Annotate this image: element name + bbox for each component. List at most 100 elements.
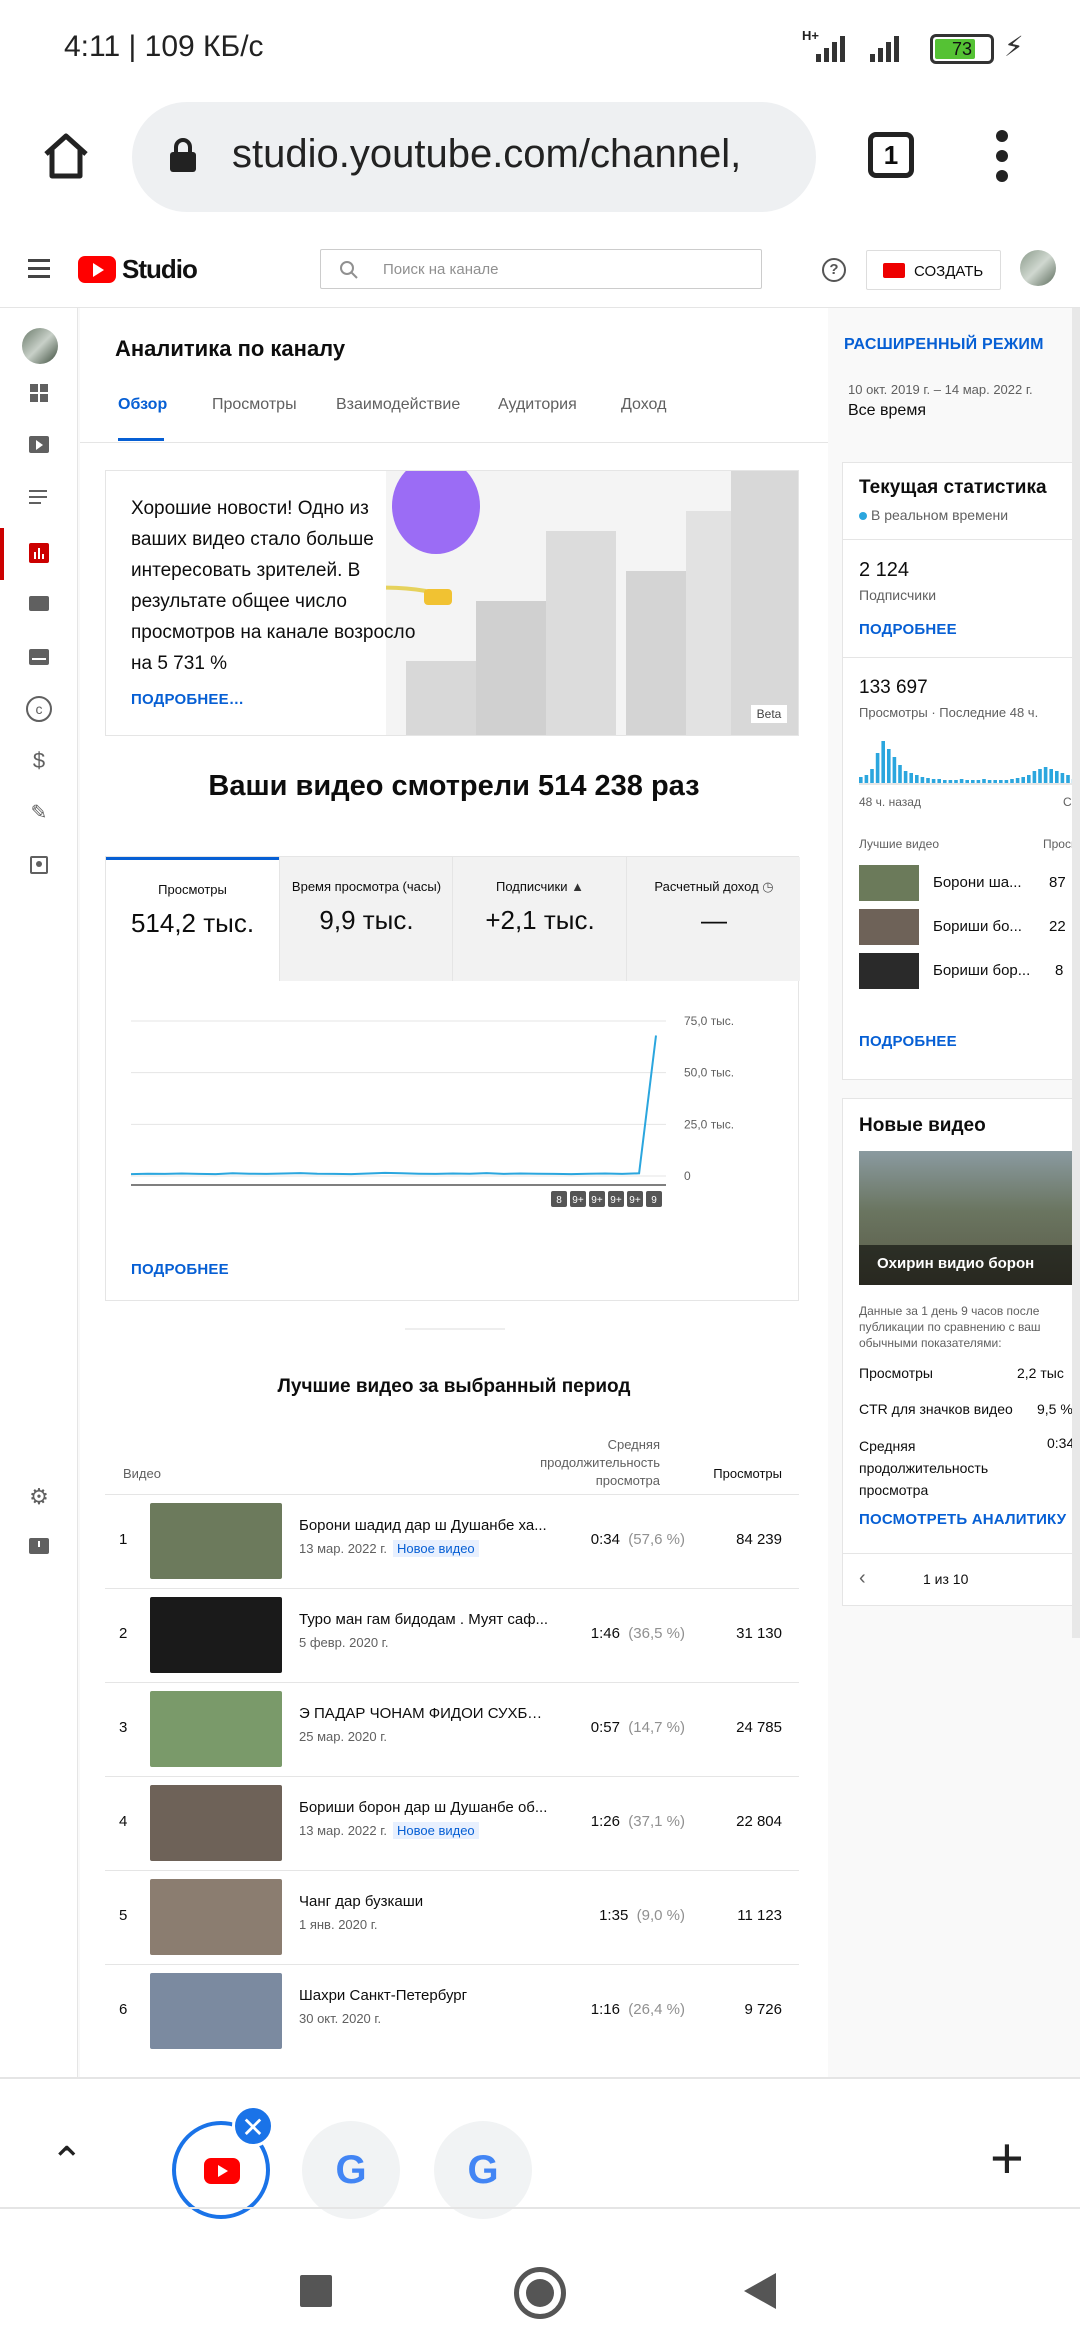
tab-engagement[interactable]: Взаимодействие bbox=[336, 396, 460, 414]
video-thumbnail[interactable] bbox=[150, 1785, 282, 1861]
new-video-card: Новые видео Охирин видио борон Данные за… bbox=[842, 1098, 1080, 1606]
metric-tab-views[interactable]: Просмотры 514,2 тыс. bbox=[106, 857, 279, 981]
table-row[interactable]: 5 Чанг дар бузкаши 1 янв. 2020 г. 1:35 (9,0… bbox=[105, 1870, 799, 1964]
realtime-more-1[interactable]: ПОДРОБНЕЕ bbox=[859, 621, 957, 638]
table-row[interactable]: 1 Борони шадид дар ш Душанбе ха... 13 мар.… bbox=[105, 1494, 799, 1588]
chevron-up-icon[interactable]: ⌃ bbox=[50, 2139, 84, 2185]
tab-overview[interactable]: Обзор bbox=[118, 396, 167, 414]
realtime-top-item[interactable]: Бориши бор... 8 bbox=[859, 953, 1069, 989]
tab-google-2[interactable]: G bbox=[434, 2121, 532, 2219]
spark-bar bbox=[892, 757, 897, 783]
youtube-logo-icon[interactable] bbox=[78, 256, 116, 283]
video-date: 13 мар. 2022 г. Новое видео bbox=[299, 1540, 479, 1557]
video-date-text: 5 февр. 2020 г. bbox=[299, 1635, 389, 1650]
video-title[interactable]: Туро ман гам бидодам . Муят саф... bbox=[299, 1611, 549, 1628]
realtime-top-item[interactable]: Борони ша... 87 bbox=[859, 865, 1069, 901]
copyright-icon[interactable]: c bbox=[26, 696, 52, 722]
table-row[interactable]: 3 Э ПАДАР ЧОНАМ ФИДОИ СУХБА... 25 мар. 202… bbox=[105, 1682, 799, 1776]
metric-tab-revenue[interactable]: Расчетный доход ◷ — bbox=[626, 857, 800, 981]
view-analytics-link[interactable]: ПОСМОТРЕТЬ АНАЛИТИКУ bbox=[859, 1511, 1066, 1528]
back-nav-icon[interactable] bbox=[744, 2273, 776, 2309]
dashboard-icon[interactable] bbox=[26, 380, 52, 406]
video-thumbnail[interactable] bbox=[150, 1503, 282, 1579]
new-tab-plus-icon[interactable]: + bbox=[990, 2125, 1024, 2192]
video-title[interactable]: Э ПАДАР ЧОНАМ ФИДОИ СУХБА... bbox=[299, 1705, 549, 1722]
help-icon[interactable]: ? bbox=[822, 258, 846, 282]
video-title[interactable]: Шахри Санкт-Петербург bbox=[299, 1987, 549, 2004]
metric-tab-watch-time[interactable]: Время просмотра (часы) 9,9 тыс. bbox=[279, 857, 452, 981]
realtime-top-title: Бориши бо... bbox=[933, 918, 1022, 935]
video-thumbnail[interactable] bbox=[150, 1973, 282, 2049]
avg-duration-pct: (26,4 %) bbox=[628, 2001, 685, 2018]
warning-icon: ▲ bbox=[571, 879, 584, 894]
date-range[interactable]: 10 окт. 2019 г. – 14 мар. 2022 г. bbox=[848, 382, 1033, 397]
spark-bar bbox=[887, 749, 891, 783]
realtime-views: 133 697 bbox=[859, 677, 928, 698]
analytics-icon[interactable] bbox=[26, 540, 52, 566]
analytics-main: Аналитика по каналу Обзор Просмотры Взаи… bbox=[80, 308, 828, 2077]
settings-icon[interactable]: ⚙ bbox=[26, 1484, 52, 1510]
recents-icon[interactable] bbox=[300, 2275, 332, 2307]
audio-library-icon[interactable] bbox=[26, 852, 52, 878]
table-row[interactable]: 4 Бориши борон дар ш Душанбе об... 13 мар.… bbox=[105, 1776, 799, 1870]
avg-duration-value: 1:35 bbox=[599, 1907, 629, 1924]
more-menu-icon[interactable] bbox=[992, 130, 1012, 184]
video-thumbnail[interactable] bbox=[150, 1597, 282, 1673]
metric-tab-subscribers[interactable]: Подписчики ▲ +2,1 тыс. bbox=[452, 857, 626, 981]
content-icon[interactable] bbox=[26, 432, 52, 458]
section-divider bbox=[405, 1328, 505, 1330]
video-date-text: 1 янв. 2020 г. bbox=[299, 1917, 378, 1932]
channel-avatar[interactable] bbox=[22, 328, 58, 364]
new-video-thumbnail[interactable]: Охирин видио борон bbox=[859, 1151, 1080, 1285]
insight-more-link[interactable]: ПОДРОБНЕЕ… bbox=[131, 691, 244, 708]
playlists-icon[interactable] bbox=[26, 484, 52, 510]
metric-label: Расчетный доход bbox=[654, 879, 759, 894]
feedback-icon[interactable] bbox=[26, 1534, 52, 1560]
row-rank: 2 bbox=[119, 1625, 128, 1642]
spark-bar bbox=[898, 765, 902, 783]
video-thumbnail[interactable] bbox=[150, 1879, 282, 1955]
video-date-text: 13 мар. 2022 г. bbox=[299, 1823, 387, 1838]
realtime-top-title: Борони ша... bbox=[933, 874, 1022, 891]
row-rank: 6 bbox=[119, 2001, 128, 2018]
realtime-top-item[interactable]: Бориши бо... 22 bbox=[859, 909, 1069, 945]
video-title[interactable]: Борони шадид дар ш Душанбе ха... bbox=[299, 1517, 549, 1534]
tab-audience[interactable]: Аудитория bbox=[498, 396, 577, 414]
video-views: 24 785 bbox=[736, 1719, 782, 1736]
realtime-more-2[interactable]: ПОДРОБНЕЕ bbox=[859, 1033, 957, 1050]
subtitles-icon[interactable] bbox=[26, 644, 52, 670]
account-avatar[interactable] bbox=[1020, 250, 1056, 286]
battery-level: 73 bbox=[951, 39, 973, 59]
tab-google-1[interactable]: G bbox=[302, 2121, 400, 2219]
hamburger-menu-icon[interactable] bbox=[28, 259, 50, 278]
home-nav-icon[interactable] bbox=[514, 2267, 566, 2319]
table-row[interactable]: 6 Шахри Санкт-Петербург 30 окт. 2020 г. 1:1… bbox=[105, 1964, 799, 2058]
monetization-icon[interactable]: $ bbox=[26, 748, 52, 774]
customization-icon[interactable]: ✎ bbox=[26, 800, 52, 826]
tab-revenue[interactable]: Доход bbox=[621, 396, 666, 414]
bottom-bar: ⌃ ✕ G G + bbox=[0, 2077, 1080, 2340]
create-button[interactable]: СОЗДАТЬ bbox=[866, 250, 1001, 290]
spark-bar bbox=[881, 741, 885, 783]
chart-marker-label: 9+ bbox=[591, 1195, 603, 1206]
advanced-mode-link[interactable]: РАСШИРЕННЫЙ РЕЖИМ bbox=[844, 336, 1044, 354]
pager-text: 1 из 10 bbox=[923, 1571, 969, 1587]
tab-switcher-button[interactable]: 1 bbox=[868, 132, 914, 178]
video-thumbnail[interactable] bbox=[150, 1691, 282, 1767]
home-icon[interactable] bbox=[40, 130, 92, 182]
tab-views[interactable]: Просмотры bbox=[212, 396, 297, 414]
close-tab-icon[interactable]: ✕ bbox=[232, 2105, 274, 2147]
video-title[interactable]: Чанг дар бузкаши bbox=[299, 1893, 549, 1910]
nv-stat-label: CTR для значков видео bbox=[859, 1401, 1013, 1417]
scrollbar[interactable] bbox=[1072, 308, 1080, 1638]
channel-search-input[interactable]: Поиск на канале bbox=[320, 249, 762, 289]
period-select[interactable]: Все время bbox=[848, 402, 926, 420]
table-row[interactable]: 2 Туро ман гам бидодам . Муят саф... 5 фев… bbox=[105, 1588, 799, 1682]
pager-prev-icon[interactable]: ‹ bbox=[859, 1567, 866, 1590]
address-bar[interactable]: studio.youtube.com/channel, bbox=[132, 102, 816, 212]
chart-more-link[interactable]: ПОДРОБНЕЕ bbox=[131, 1261, 229, 1278]
tabs-divider bbox=[80, 442, 828, 443]
chart-marker-label: 9 bbox=[651, 1195, 657, 1206]
video-title[interactable]: Бориши борон дар ш Душанбе об... bbox=[299, 1799, 549, 1816]
comments-icon[interactable] bbox=[26, 592, 52, 618]
